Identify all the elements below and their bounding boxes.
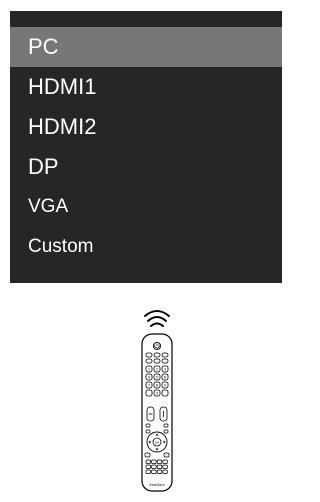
media-button[interactable] bbox=[156, 469, 163, 474]
media-button[interactable] bbox=[145, 464, 151, 469]
keypad-key[interactable]: 5 bbox=[153, 373, 161, 381]
keypad-key[interactable]: 6 bbox=[161, 373, 169, 381]
media-button[interactable] bbox=[145, 459, 151, 464]
keypad-key-label: 2 bbox=[156, 367, 158, 371]
media-button[interactable] bbox=[145, 469, 151, 474]
remote-control-illustration: 1 2 3 456 7890 OK ViewSonic bbox=[128, 303, 186, 493]
menu-item-label: PC bbox=[28, 34, 59, 59]
media-button[interactable] bbox=[151, 469, 157, 474]
menu-item-vga[interactable]: VGA bbox=[10, 187, 282, 227]
media-button[interactable] bbox=[156, 464, 163, 469]
keypad-key-label: 1 bbox=[148, 367, 150, 371]
keypad-key[interactable] bbox=[145, 389, 153, 397]
media-button[interactable] bbox=[162, 464, 168, 469]
menu-item-hdmi2[interactable]: HDMI2 bbox=[10, 107, 282, 147]
menu-item-label: DP bbox=[28, 154, 59, 179]
brand-logo-text: ViewSonic bbox=[149, 483, 165, 487]
menu-header-bar bbox=[10, 11, 282, 27]
volume-rocker[interactable] bbox=[146, 406, 155, 422]
media-button[interactable] bbox=[162, 469, 168, 474]
menu-item-custom[interactable]: Custom bbox=[10, 227, 282, 267]
menu-item-label: VGA bbox=[28, 196, 69, 217]
keypad-key-label: 5 bbox=[156, 375, 158, 379]
keypad-key[interactable]: 8 bbox=[153, 381, 161, 389]
keypad-key[interactable]: 0 bbox=[153, 389, 161, 397]
keypad-key[interactable]: 9 bbox=[161, 381, 169, 389]
keypad-key[interactable]: 7 bbox=[145, 381, 153, 389]
media-button[interactable] bbox=[162, 459, 168, 464]
keypad-key[interactable]: 2 bbox=[153, 365, 161, 373]
media-button[interactable] bbox=[151, 459, 157, 464]
keypad-key-label: 7 bbox=[148, 383, 150, 387]
menu-item-hdmi1[interactable]: HDMI1 bbox=[10, 67, 282, 107]
ok-label: OK bbox=[155, 440, 159, 444]
keypad-key[interactable] bbox=[161, 389, 169, 397]
keypad-key[interactable]: 3 bbox=[161, 365, 169, 373]
menu-item-label: HDMI1 bbox=[28, 74, 97, 99]
media-button[interactable] bbox=[151, 464, 157, 469]
keypad-key-label: 3 bbox=[164, 367, 166, 371]
media-button[interactable] bbox=[156, 459, 163, 464]
menu-item-dp[interactable]: DP bbox=[10, 147, 282, 187]
power-button[interactable] bbox=[152, 341, 162, 351]
input-source-menu: PC HDMI1 HDMI2 DP VGA Custom bbox=[10, 11, 282, 283]
menu-item-pc[interactable]: PC bbox=[10, 27, 282, 67]
dpad[interactable]: OK bbox=[146, 431, 168, 453]
signal-waves-icon bbox=[144, 310, 170, 327]
keypad-key[interactable]: 1 bbox=[145, 365, 153, 373]
keypad-key[interactable]: 4 bbox=[145, 373, 153, 381]
menu-item-label: Custom bbox=[28, 236, 94, 257]
menu-item-label: HDMI2 bbox=[28, 114, 97, 139]
channel-rocker[interactable] bbox=[159, 406, 168, 422]
